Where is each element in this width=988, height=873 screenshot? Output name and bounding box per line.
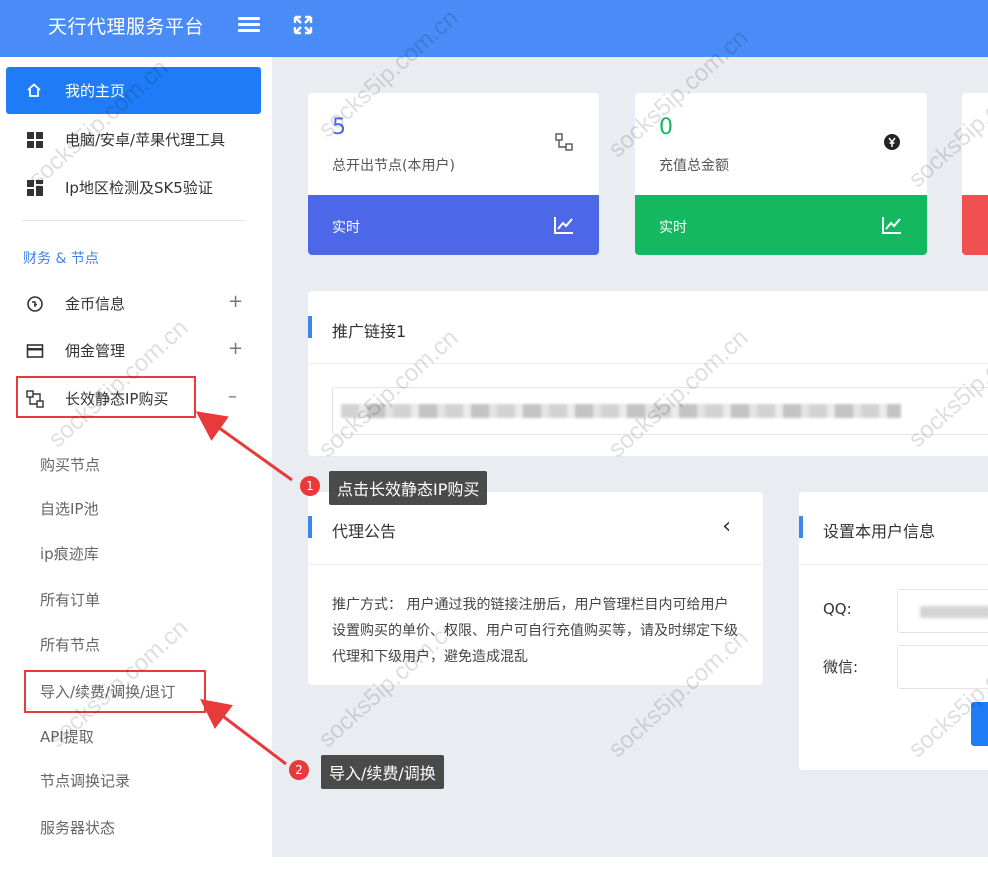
sidebar-divider <box>22 220 245 221</box>
bottom-strip <box>0 857 988 873</box>
sidebar-item-tools[interactable]: 电脑/安卓/苹果代理工具 <box>0 119 272 159</box>
sidebar-sub-nodes[interactable]: 所有节点 <box>40 634 100 655</box>
qq-field[interactable] <box>897 589 988 633</box>
stat-footer: 实时 <box>308 195 599 255</box>
stat-card-nodes: 5 总开出节点(本用户) 实时 <box>308 93 599 255</box>
home-icon <box>27 83 41 97</box>
fullscreen-icon[interactable] <box>292 14 314 36</box>
coin-icon <box>27 296 43 312</box>
collapse-icon[interactable]: ‹ <box>722 514 731 539</box>
panel-accent <box>308 316 312 338</box>
sidebar: 我的主页 电脑/安卓/苹果代理工具 Ip地区检测及SK5验证 财务 & 节点 金… <box>0 57 272 857</box>
stat-card-recharge: 0 充值总金额 实时 <box>635 93 927 255</box>
callout-step-1: 点击长效静态IP购买 <box>329 471 488 505</box>
stat-label: 总开出节点(本用户) <box>332 158 455 174</box>
sidebar-item-coins[interactable]: 金币信息 + <box>0 283 272 323</box>
promo-link-field[interactable] <box>332 387 988 435</box>
stat-footer <box>962 195 988 255</box>
sidebar-sub-server-status[interactable]: 服务器状态 <box>40 817 115 838</box>
sidebar-item-label: Ip地区检测及SK5验证 <box>65 179 213 197</box>
sidebar-item-label: 佣金管理 <box>65 342 126 360</box>
panel-divider <box>799 564 988 565</box>
stat-footer-label: 实时 <box>659 220 687 236</box>
yen-icon <box>884 134 900 150</box>
callout-step-2: 导入/续费/调换 <box>321 755 444 789</box>
panel-accent <box>308 516 312 538</box>
sidebar-sub-ip-pool[interactable]: 自选IP池 <box>40 498 98 519</box>
stat-value: 0 <box>659 115 673 140</box>
sidebar-sub-api[interactable]: API提取 <box>40 726 94 747</box>
sidebar-sub-orders[interactable]: 所有订单 <box>40 589 100 610</box>
grid-icon <box>27 132 43 148</box>
menu-toggle-icon[interactable] <box>238 14 260 36</box>
panel-title: 设置本用户信息 <box>823 522 936 541</box>
wechat-label: 微信: <box>823 658 859 676</box>
stat-label: 充值总金额 <box>659 158 729 174</box>
chart-icon <box>882 217 901 234</box>
promo-link-panel: 推广链接1 <box>308 291 988 456</box>
step-badge: 1 <box>300 476 320 496</box>
panel-divider <box>308 363 988 364</box>
sidebar-item-commission[interactable]: 佣金管理 + <box>0 330 272 370</box>
panel-accent <box>799 516 803 538</box>
network-icon <box>555 133 573 151</box>
blurred-value <box>920 606 988 618</box>
wechat-field[interactable] <box>897 645 988 689</box>
sidebar-section-title: 财务 & 节点 <box>23 251 99 267</box>
sidebar-item-label: 金币信息 <box>65 295 126 313</box>
highlight-box <box>16 376 196 418</box>
stat-footer: 实时 <box>635 195 927 255</box>
top-bar: 天行代理服务平台 <box>0 0 988 57</box>
card-icon <box>26 344 44 358</box>
highlight-box <box>24 670 206 713</box>
sidebar-sub-buy-node[interactable]: 购买节点 <box>40 454 100 475</box>
panel-divider <box>308 564 763 565</box>
blurred-link <box>341 404 901 418</box>
qq-label: QQ: <box>823 600 852 618</box>
stat-value: 5 <box>332 115 346 140</box>
expand-icon[interactable]: + <box>228 291 243 312</box>
sidebar-item-home[interactable]: 我的主页 <box>6 67 261 114</box>
panel-title: 推广链接1 <box>332 322 407 341</box>
sidebar-item-label: 我的主页 <box>65 82 126 100</box>
userinfo-panel: 设置本用户信息 QQ: 微信: <box>799 492 988 770</box>
chart-icon <box>554 217 573 234</box>
step-badge: 2 <box>289 760 309 780</box>
panel-title: 代理公告 <box>332 522 397 541</box>
sidebar-item-ipcheck[interactable]: Ip地区检测及SK5验证 <box>0 167 272 207</box>
collapse-icon[interactable]: – <box>228 386 237 407</box>
stat-card-partial <box>962 93 988 255</box>
sidebar-item-label: 电脑/安卓/苹果代理工具 <box>65 131 226 149</box>
notice-text: 推广方式： 用户通过我的链接注册后，用户管理栏目内可给用户设置购买的单价、权限、… <box>332 597 738 665</box>
notice-panel: 代理公告 ‹ 推广方式： 用户通过我的链接注册后，用户管理栏目内可给用户设置购买… <box>308 492 763 685</box>
expand-icon[interactable]: + <box>228 338 243 359</box>
dashboard-icon <box>27 180 43 196</box>
brand-title: 天行代理服务平台 <box>48 16 205 38</box>
sidebar-sub-ip-trace[interactable]: ip痕迹库 <box>40 543 99 564</box>
stat-footer-label: 实时 <box>332 220 360 236</box>
sidebar-sub-swap-log[interactable]: 节点调换记录 <box>40 770 130 791</box>
save-button[interactable] <box>971 702 988 746</box>
